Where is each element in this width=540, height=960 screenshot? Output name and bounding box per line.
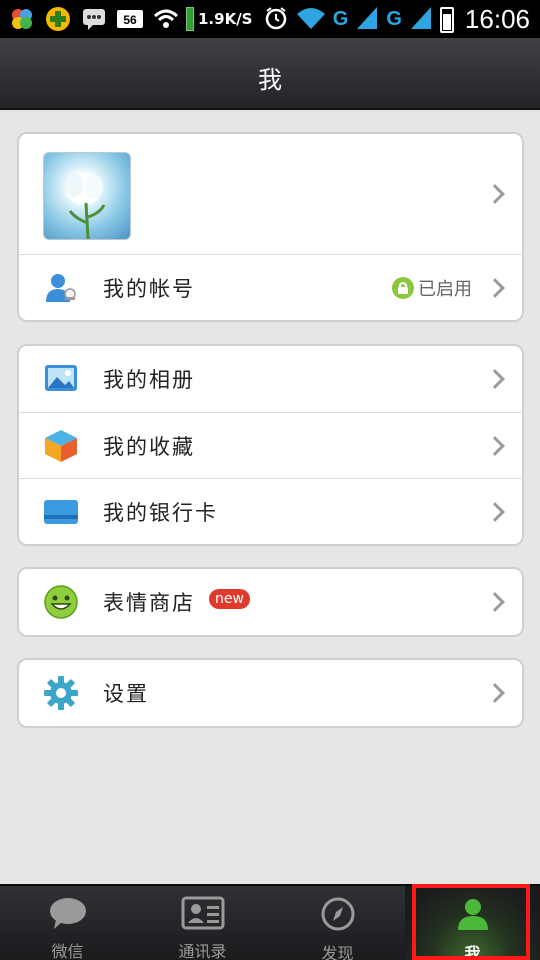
chevron-right-icon xyxy=(485,592,505,612)
person-icon xyxy=(455,896,491,936)
my-album-label: 我的相册 xyxy=(103,368,195,392)
title-bar: 我 xyxy=(0,38,540,110)
my-bank-card-label: 我的银行卡 xyxy=(103,500,218,525)
my-account-label: 我的帐号 xyxy=(103,276,195,301)
account-status-text: 已启用 xyxy=(418,278,472,300)
chevron-right-icon xyxy=(485,501,505,522)
tab-contacts-label: 通讯录 xyxy=(178,942,227,960)
menu-group-1: 我的相册 我的收藏 我的银行卡 xyxy=(17,344,524,546)
smiley-icon xyxy=(43,584,79,620)
account-status: 已启用 xyxy=(392,275,472,301)
my-favorites-label: 我的收藏 xyxy=(103,434,195,459)
chevron-right-icon xyxy=(485,184,505,204)
network-speed: 1.9K/S xyxy=(186,6,252,32)
speed-bar xyxy=(186,7,194,31)
svg-text:56: 56 xyxy=(123,13,137,27)
compass-icon xyxy=(320,896,356,936)
photo-album-icon xyxy=(43,361,79,397)
profile-row[interactable] xyxy=(19,134,522,254)
tab-contacts[interactable]: 通讯录 xyxy=(135,886,270,960)
new-badge: new xyxy=(209,589,250,609)
my-bank-card-row[interactable]: 我的银行卡 xyxy=(19,478,522,544)
sticker-store-label: 表情商店 xyxy=(103,591,195,615)
page-title: 我 xyxy=(258,66,282,94)
my-favorites-row[interactable]: 我的收藏 xyxy=(19,412,522,478)
chevron-right-icon xyxy=(485,435,505,456)
chevron-right-icon xyxy=(485,277,505,298)
tab-chats[interactable]: 微信 xyxy=(0,886,135,960)
sim2-signal-icon xyxy=(409,5,433,35)
settings-row[interactable]: 设置 xyxy=(19,660,522,726)
battery-icon xyxy=(439,6,454,33)
contacts-card-icon xyxy=(181,896,225,934)
sticker-store-row[interactable]: 表情商店 new xyxy=(19,569,522,635)
chat-bubble-icon xyxy=(48,896,88,934)
sim1-signal-icon xyxy=(355,5,379,35)
settings-label: 设置 xyxy=(103,682,149,706)
bottom-tab-bar: 微信 通讯录 发现 我 xyxy=(0,884,540,960)
lock-icon xyxy=(392,276,414,299)
avatar xyxy=(43,152,131,240)
message-icon xyxy=(80,5,108,33)
game-app-icon xyxy=(44,5,72,33)
tab-me-label: 我 xyxy=(464,944,481,960)
speed-text: 1.9K/S xyxy=(198,10,253,28)
tab-discover-label: 发现 xyxy=(321,944,354,960)
tab-discover[interactable]: 发现 xyxy=(270,886,405,960)
pinwheel-app-icon xyxy=(8,5,36,33)
status-bar: 56 1.9K/S G G 16:06 xyxy=(0,0,540,38)
notification-icons: 56 xyxy=(8,5,180,33)
wifi-icon xyxy=(152,5,180,33)
tab-chats-label: 微信 xyxy=(51,942,84,960)
sim2-network-label: G xyxy=(386,8,402,30)
favorites-cube-icon xyxy=(43,428,79,464)
menu-group-2: 表情商店 new xyxy=(17,567,524,637)
profile-card: 我的帐号 已启用 xyxy=(17,132,524,322)
clock: 16:06 xyxy=(464,4,530,34)
status-right: G G 16:06 xyxy=(263,4,530,35)
my-account-row[interactable]: 我的帐号 已启用 xyxy=(19,254,522,320)
my-album-row[interactable]: 我的相册 xyxy=(19,346,522,412)
account-key-icon xyxy=(43,270,79,306)
sim1-network-label: G xyxy=(332,8,349,30)
menu-group-3: 设置 xyxy=(17,658,524,728)
gear-icon xyxy=(43,675,79,711)
chevron-right-icon xyxy=(485,369,505,389)
56-badge-icon: 56 xyxy=(116,5,144,33)
tab-me[interactable]: 我 xyxy=(405,886,540,960)
alarm-icon xyxy=(263,5,289,35)
chevron-right-icon xyxy=(485,683,505,703)
wifi-signal-icon xyxy=(296,6,326,34)
bank-card-icon xyxy=(43,494,79,530)
